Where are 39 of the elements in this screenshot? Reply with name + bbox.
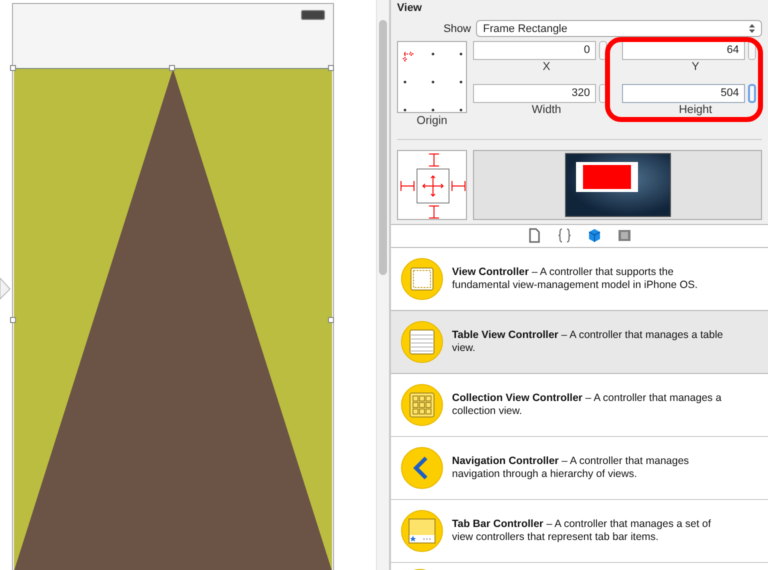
scrollbar-thumb[interactable] <box>379 20 387 275</box>
tabbar-controller-icon <box>401 510 443 552</box>
item-description: Tab Bar Controller – A controller that manages a set of view controllers that represent tab bar items. <box>452 518 712 544</box>
autoresizing-drawing <box>397 150 467 220</box>
navigation-controller-icon <box>401 447 443 489</box>
file-icon[interactable] <box>528 228 542 244</box>
item-description: Table View Controller – A controller that manages a table view. <box>452 329 724 355</box>
field-label: Width <box>532 103 562 118</box>
table-controller-icon <box>401 321 443 363</box>
number-field[interactable]: 0 <box>473 41 596 60</box>
window-drawing <box>576 162 638 192</box>
updown-caret-icon <box>749 24 755 33</box>
resize-handle[interactable] <box>10 65 16 71</box>
number-field[interactable]: 64 <box>622 41 745 60</box>
resize-handle[interactable] <box>328 65 334 71</box>
resize-handle[interactable] <box>10 317 16 323</box>
show-label: Show <box>443 22 471 34</box>
item-description: Navigation Controller – A controller that manages navigation through a hierarchy of views. <box>452 455 690 481</box>
resize-handle[interactable] <box>328 317 334 323</box>
field-label: Y <box>692 60 700 75</box>
number-field[interactable]: 504 <box>622 84 745 103</box>
field-label: Height <box>678 103 712 118</box>
cube-icon[interactable] <box>588 228 602 244</box>
view-controller-icon <box>401 258 443 300</box>
section-title: View <box>397 2 423 14</box>
resize-handle[interactable] <box>169 65 175 71</box>
library-item[interactable]: Table View Controller – A controller that manages a table view. <box>391 310 768 374</box>
braces-icon[interactable] <box>558 228 572 244</box>
show-dropdown[interactable]: Frame Rectangle <box>476 20 762 37</box>
origin-picker[interactable] <box>397 41 467 113</box>
collection-controller-icon <box>401 384 443 426</box>
origin-label: Origin <box>416 115 448 127</box>
item-description: View Controller – A controller that supports the fundamental view-management model in iPhone OS. <box>452 266 699 292</box>
number-field[interactable]: 320 <box>473 84 596 103</box>
field-label: X <box>542 60 550 75</box>
item-description: Collection View Controller – A controller that manages a collection view. <box>452 392 722 418</box>
battery-icon <box>301 10 325 20</box>
film-strip-icon[interactable] <box>618 228 632 244</box>
stepper[interactable] <box>748 84 756 103</box>
